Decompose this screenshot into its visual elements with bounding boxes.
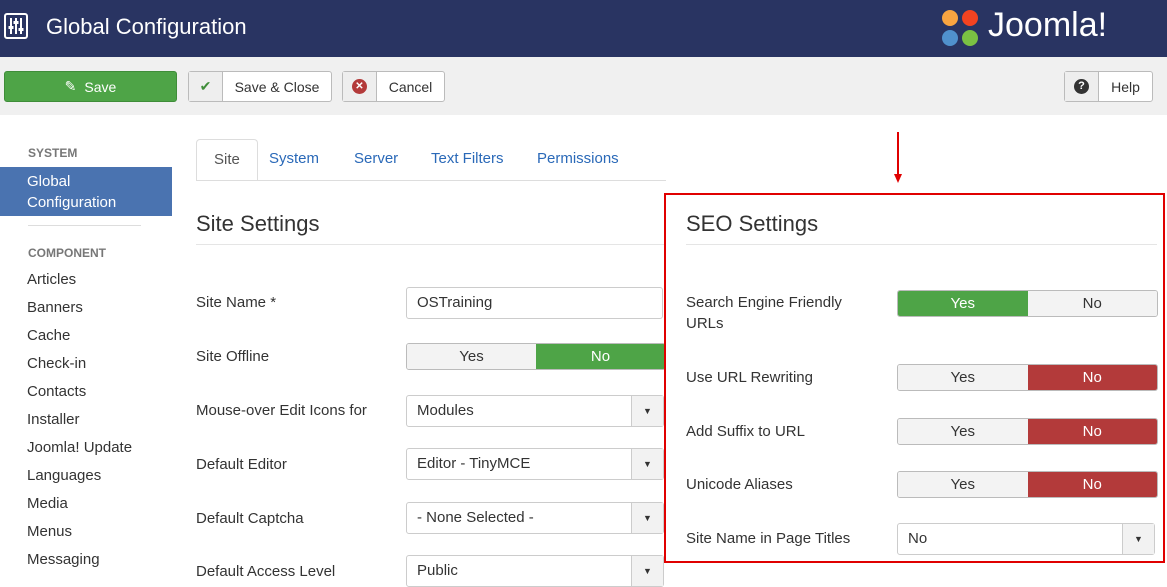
toggle-yes[interactable]: Yes [898, 472, 1028, 497]
sidebar-divider [28, 225, 141, 226]
seo-heading-divider [686, 244, 1157, 245]
arrow-down-icon [894, 132, 902, 183]
sidebar-item[interactable]: Messaging [27, 551, 100, 568]
mouseover-select[interactable]: Modules ▼ [406, 395, 664, 427]
seo-toggle: Yes No [897, 418, 1158, 445]
sidebar-item[interactable]: Cache [27, 327, 70, 344]
seo-toggle: Yes No [897, 364, 1158, 391]
page-titles-select[interactable]: No ▼ [897, 523, 1155, 555]
seo-toggle: Yes No [897, 471, 1158, 498]
chevron-down-icon: ▼ [631, 449, 663, 479]
access-select[interactable]: Public ▼ [406, 555, 664, 587]
chevron-down-icon: ▼ [1122, 524, 1154, 554]
seo-row-label: Unicode Aliases [686, 476, 793, 493]
sidebar-item[interactable]: Installer [27, 411, 80, 428]
seo-row-label: Search Engine Friendly URLs [686, 294, 842, 332]
mouseover-label: Mouse-over Edit Icons for [196, 402, 367, 419]
seo-settings-heading: SEO Settings [686, 211, 819, 236]
cancel-icon: ✕ [343, 72, 377, 101]
edit-icon: ✎ [64, 78, 77, 94]
seo-toggle: Yes No [897, 290, 1158, 317]
site-offline-label: Site Offline [196, 348, 270, 365]
joomla-logo [938, 6, 982, 50]
tab-system[interactable]: System [252, 139, 336, 181]
site-name-input[interactable]: OSTraining [406, 287, 663, 319]
tab-server[interactable]: Server [337, 139, 415, 181]
seo-row-label: Add Suffix to URL [686, 423, 805, 440]
site-offline-yes[interactable]: Yes [407, 344, 536, 369]
save-close-button[interactable]: ✔ Save & Close [188, 71, 332, 102]
page-title: Global Configuration [46, 14, 247, 39]
site-offline-no[interactable]: No [536, 344, 665, 369]
sliders-icon [4, 13, 28, 39]
sidebar-item[interactable]: Banners [27, 299, 83, 316]
sidebar-item[interactable]: Joomla! Update [27, 439, 132, 456]
heading-divider [196, 244, 666, 245]
header-bar: Global Configuration Joomla! [0, 0, 1167, 57]
toggle-no[interactable]: No [1027, 365, 1157, 390]
save-button[interactable]: ✎ Save [4, 71, 177, 102]
seo-row-label: Use URL Rewriting [686, 369, 813, 386]
check-icon: ✔ [189, 72, 223, 101]
site-settings-heading: Site Settings [196, 211, 320, 236]
editor-select[interactable]: Editor - TinyMCE ▼ [406, 448, 664, 480]
chevron-down-icon: ▼ [631, 396, 663, 426]
sidebar-item[interactable]: Media [27, 495, 68, 512]
toggle-yes[interactable]: Yes [898, 365, 1028, 390]
cancel-button[interactable]: ✕ Cancel [342, 71, 445, 102]
tab-permissions[interactable]: Permissions [520, 139, 636, 181]
sidebar-item[interactable]: Contacts [27, 383, 86, 400]
toggle-yes[interactable]: Yes [898, 291, 1028, 316]
site-name-label: Site Name * [196, 294, 277, 311]
toggle-yes[interactable]: Yes [898, 419, 1028, 444]
question-icon: ? [1065, 72, 1099, 101]
editor-label: Default Editor [196, 456, 287, 473]
sidebar-heading-system: SYSTEM [28, 146, 78, 160]
toggle-no[interactable]: No [1027, 419, 1157, 444]
joomla-logo-text: Joomla! [988, 6, 1108, 44]
sidebar-item[interactable]: Articles [27, 271, 76, 288]
sidebar-item[interactable]: Languages [27, 467, 101, 484]
captcha-label: Default Captcha [196, 510, 304, 527]
chevron-down-icon: ▼ [631, 503, 663, 533]
tab-divider [196, 180, 666, 181]
sidebar-item[interactable]: Menus [27, 523, 72, 540]
toggle-no[interactable]: No [1027, 291, 1157, 316]
toggle-no[interactable]: No [1027, 472, 1157, 497]
page-titles-label: Site Name in Page Titles [686, 530, 851, 547]
sidebar-heading-component: COMPONENT [28, 246, 106, 260]
captcha-select[interactable]: - None Selected - ▼ [406, 502, 664, 534]
chevron-down-icon: ▼ [631, 556, 663, 586]
sidebar-item-global-configuration[interactable]: Global Configuration [0, 167, 172, 216]
site-offline-toggle: Yes No [406, 343, 666, 370]
tab-text-filters[interactable]: Text Filters [414, 139, 521, 181]
tab-site[interactable]: Site [196, 139, 258, 181]
help-button[interactable]: ? Help [1064, 71, 1153, 102]
sidebar-item[interactable]: Check-in [27, 355, 86, 372]
